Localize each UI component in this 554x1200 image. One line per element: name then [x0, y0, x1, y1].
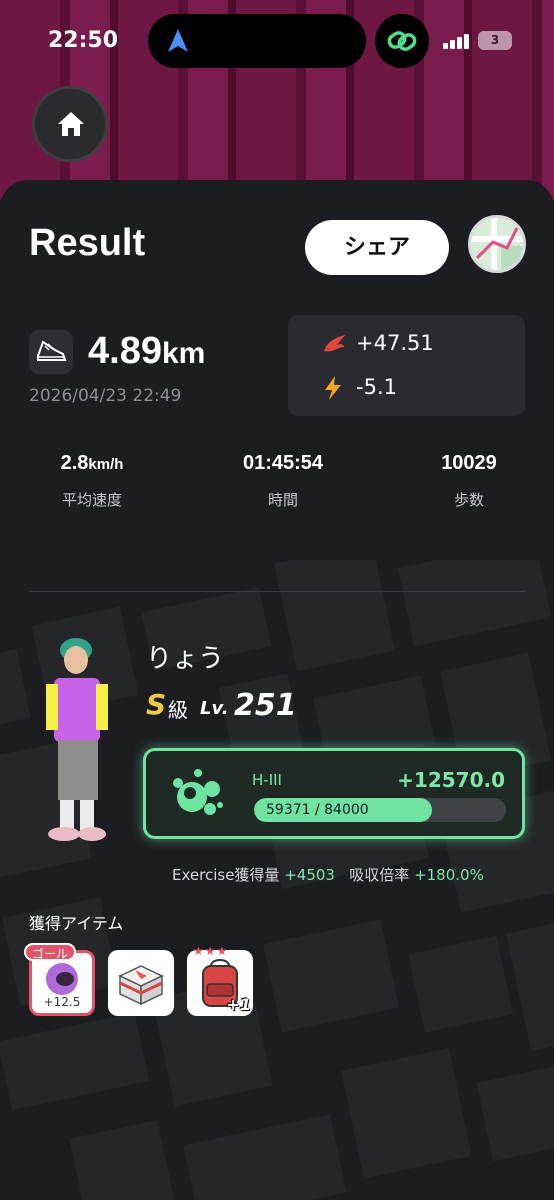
goal-reward-item[interactable]: ゴール +12.5 [24, 943, 95, 1016]
metric-label: 歩数 [453, 491, 484, 509]
metric-time: 01:45:54 時間 [193, 452, 373, 510]
page-title: Result [29, 222, 146, 264]
character-avatar[interactable] [24, 620, 124, 860]
dynamic-island [148, 14, 366, 68]
metric-label: 時間 [267, 491, 298, 509]
reward-stat-card: +47.51 -5.1 [288, 315, 525, 416]
items-title: 獲得アイテム [29, 914, 124, 933]
exp-progress-bar: 59371 / 84000 [254, 798, 506, 822]
rate-label: 吸収倍率 [349, 866, 410, 884]
bag-bonus: +1 [226, 995, 251, 1014]
level-value: 251 [234, 688, 297, 723]
exp-grade: H-III [252, 771, 282, 789]
cellular-signal-icon [443, 33, 471, 49]
app-activity-indicator [375, 14, 429, 68]
metric-steps: 10029 歩数 [379, 452, 554, 510]
lightning-icon [325, 376, 341, 400]
distance-readout: 4.89km [88, 330, 205, 373]
status-time: 22:50 [48, 28, 119, 53]
exp-card: H-III +12570.0 59371 / 84000 [143, 748, 525, 839]
rarity-stars-icon: ★★★ [193, 944, 229, 958]
lunchbox-item[interactable] [108, 950, 174, 1016]
backpack-item[interactable]: ★★★ +1 [187, 944, 253, 1016]
fire-stat-value: +47.51 [356, 331, 434, 355]
route-map-thumbnail[interactable] [468, 215, 526, 273]
exercise-label: Exercise獲得量 [172, 866, 280, 884]
navigation-arrow-icon [168, 29, 188, 52]
rank-letter: S [146, 688, 167, 721]
box-icon [118, 965, 164, 1006]
map-thumbnail-icon [471, 218, 523, 270]
metric-value: 01:45:54 [242, 452, 324, 474]
fire-icon [324, 335, 346, 352]
link-icon [387, 31, 417, 51]
result-sheet: Result シェア 4.89km 2026/04/23 22:49 +47.5… [0, 180, 554, 1200]
exp-progress-text: 59371 / 84000 [266, 802, 369, 818]
shoe-badge [29, 330, 73, 374]
metric-label: 平均速度 [61, 491, 122, 509]
distance-value: 4.89 [88, 330, 162, 372]
battery-indicator: 3 [478, 31, 512, 50]
rate-value: +180.0% [414, 866, 484, 884]
exercise-value: +4503 [284, 866, 335, 884]
metric-value: 10029 [441, 452, 497, 474]
status-bar: 22:50 3 [0, 0, 554, 80]
goal-amount: +12.5 [43, 995, 81, 1009]
shoe-icon [37, 340, 67, 361]
home-button[interactable] [32, 86, 108, 162]
level-label: Lv. [200, 698, 229, 719]
section-divider [29, 591, 525, 592]
home-icon [58, 112, 84, 136]
absorb-summary: Exercise獲得量 +4503 吸収倍率 +180.0% [172, 864, 484, 885]
character-name: りょう [146, 644, 225, 674]
share-button[interactable]: シェア [305, 220, 449, 275]
run-datetime: 2026/04/23 22:49 [29, 386, 182, 406]
energy-stat-value: -5.1 [356, 375, 397, 399]
metric-value: 2.8km/h [60, 452, 124, 474]
distance-unit: km [161, 337, 206, 370]
rank-suffix: 級 [168, 698, 188, 722]
metric-speed: 2.8km/h 平均速度 [2, 452, 182, 510]
exp-gain: +12570.0 [397, 768, 505, 792]
bacteria-icon [173, 769, 223, 815]
